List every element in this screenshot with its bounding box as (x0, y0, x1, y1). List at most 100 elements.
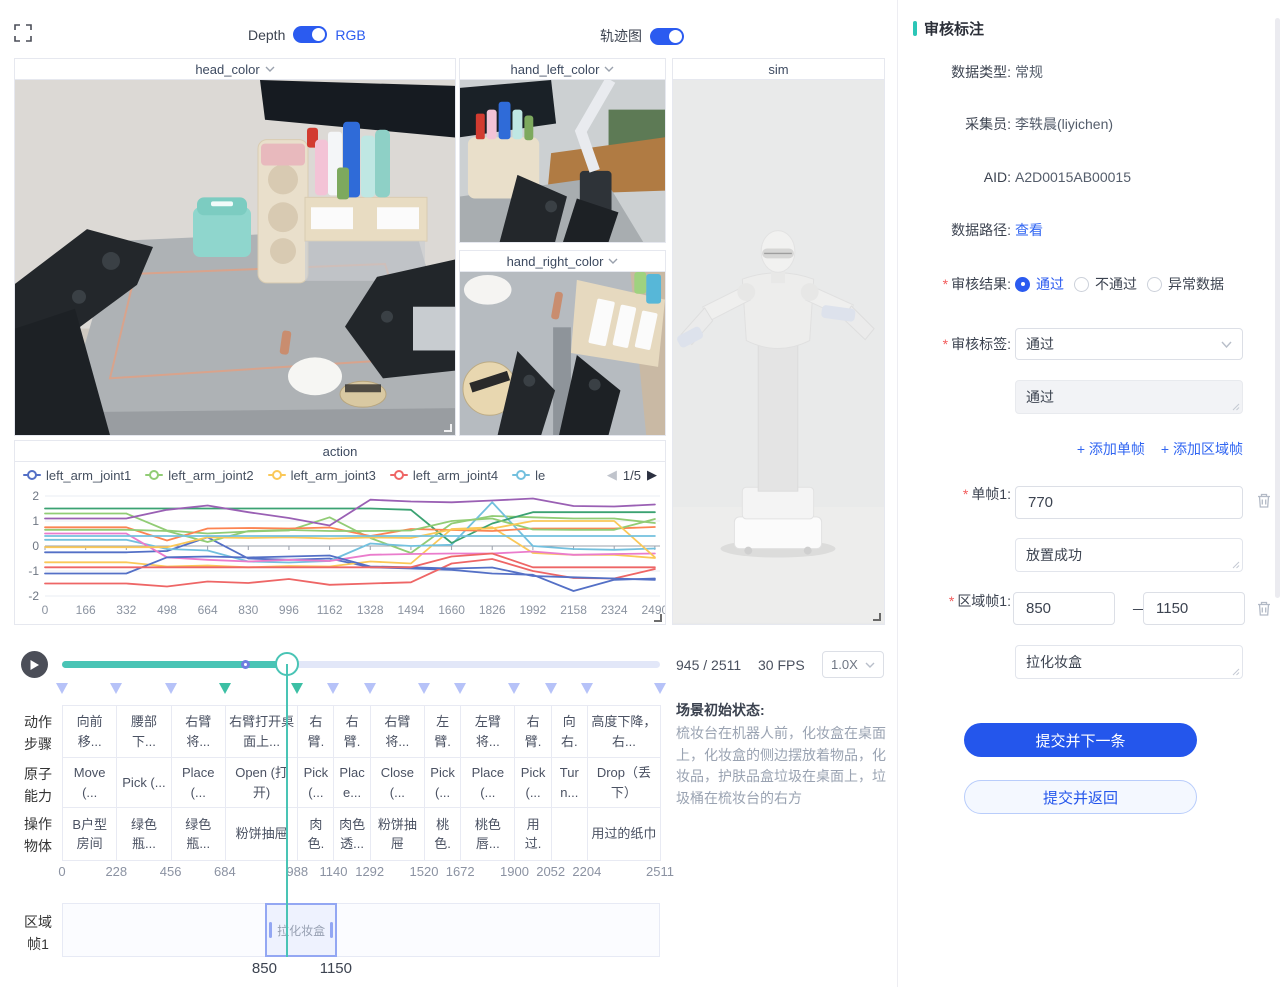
step-cell-action-7[interactable]: 右臂将... (370, 705, 425, 758)
head-color-header[interactable]: head_color (15, 59, 455, 80)
step-cell-atomic-3[interactable]: Place (... (171, 757, 226, 808)
review-tag-note[interactable]: 通过 (1015, 380, 1243, 414)
step-cell-action-6[interactable]: 右臂. (333, 705, 370, 758)
radio-fail[interactable]: 不通过 (1074, 274, 1137, 294)
timeline-marker-228[interactable] (110, 683, 122, 694)
step-cell-action-10[interactable]: 右臂. (514, 705, 551, 758)
step-cell-atomic-1[interactable]: Move (... (62, 757, 117, 808)
play-button[interactable] (21, 651, 48, 678)
timeline-marker-2204[interactable] (581, 683, 593, 694)
region-frame-box[interactable]: 拉化妆盒 (265, 903, 336, 957)
submit-next-button[interactable]: 提交并下一条 (964, 723, 1197, 757)
timeline-marker-2052[interactable] (545, 683, 557, 694)
trajectory-toggle[interactable] (650, 28, 684, 45)
table-axis-tick: 0 (58, 864, 65, 879)
step-cell-object-2[interactable]: 绿色瓶... (116, 807, 171, 861)
step-cell-atomic-6[interactable]: Place... (333, 757, 370, 808)
add-region-frame-button[interactable]: + 添加区域帧 (1161, 439, 1243, 459)
submit-return-button[interactable]: 提交并返回 (964, 780, 1197, 814)
review-tag-select[interactable]: 通过 (1015, 328, 1243, 360)
region-left-handle[interactable] (269, 922, 272, 938)
add-single-frame-button[interactable]: + 添加单帧 (1077, 439, 1145, 459)
hand-left-header[interactable]: hand_left_color (460, 59, 665, 80)
step-cell-object-8[interactable]: 桃色. (424, 807, 461, 861)
resize-corner-icon[interactable] (444, 424, 452, 432)
timeline-marker-2511[interactable] (654, 683, 666, 694)
action-chart-body[interactable]: 210-1-2016633249866483099611621328149416… (15, 488, 665, 625)
depth-rgb-toggle[interactable] (293, 26, 327, 43)
resize-corner-icon[interactable] (873, 613, 881, 621)
region-end-input[interactable]: 1150 (1143, 592, 1245, 625)
step-cell-object-12[interactable]: 用过的纸巾 (587, 807, 661, 861)
legend-item-left_arm_joint4[interactable]: left_arm_joint4 (390, 468, 498, 483)
legend-prev-icon[interactable]: ◀ (607, 467, 617, 483)
hand-right-header[interactable]: hand_right_color (460, 251, 665, 272)
speed-select[interactable]: 1.0X (822, 651, 884, 678)
step-cell-object-7[interactable]: 粉饼抽屉 (370, 807, 425, 861)
step-cell-atomic-10[interactable]: Pick (... (514, 757, 551, 808)
step-cell-action-2[interactable]: 腰部下... (116, 705, 171, 758)
timeline-marker-1672[interactable] (454, 683, 466, 694)
legend-item-left_arm_joint1[interactable]: left_arm_joint1 (23, 468, 131, 483)
step-cell-atomic-2[interactable]: Pick (... (116, 757, 171, 808)
step-cell-object-10[interactable]: 用过. (514, 807, 551, 861)
timeline-marker-1520[interactable] (418, 683, 430, 694)
region-right-handle[interactable] (330, 922, 333, 938)
speed-value: 1.0X (831, 657, 858, 672)
radio-pass[interactable]: 通过 (1015, 274, 1064, 294)
field-label: 采集员: (898, 114, 1011, 134)
step-cell-atomic-11[interactable]: Turn... (551, 757, 588, 808)
single-frame-input[interactable]: 770 (1015, 486, 1243, 519)
step-cell-action-9[interactable]: 左臂将... (460, 705, 515, 758)
field-label: *审核标签: (898, 334, 1011, 354)
step-cell-action-8[interactable]: 左臂. (424, 705, 461, 758)
legend-item-left_arm_joint3[interactable]: left_arm_joint3 (268, 468, 376, 483)
region-start-input[interactable]: 850 (1013, 592, 1115, 625)
single-frame-desc[interactable]: 放置成功 (1015, 538, 1243, 572)
fullscreen-icon[interactable] (14, 24, 32, 42)
field-label: *区域帧1: (898, 591, 1011, 611)
step-cell-object-5[interactable]: 肉色. (297, 807, 334, 861)
step-cell-object-1[interactable]: B户型房间 (62, 807, 117, 861)
step-cell-action-1[interactable]: 向前移... (62, 705, 117, 758)
region-frame-desc[interactable]: 拉化妆盒 (1015, 645, 1243, 679)
timeline-marker-988[interactable] (291, 683, 303, 694)
timeline-marker-684[interactable] (219, 683, 231, 694)
step-cell-atomic-5[interactable]: Pick (... (297, 757, 334, 808)
radio-abnormal[interactable]: 异常数据 (1147, 274, 1224, 294)
step-cell-action-11[interactable]: 向右. (551, 705, 588, 758)
radio-icon (1147, 277, 1162, 292)
trajectory-toggle-group: 轨迹图 (600, 26, 684, 46)
resize-corner-icon[interactable] (654, 614, 662, 622)
sidebar-scrollbar[interactable] (1275, 18, 1280, 598)
timeline-marker-1292[interactable] (364, 683, 376, 694)
view-data-path-link[interactable]: 查看 (1015, 220, 1043, 240)
table-axis-tick: 1672 (446, 864, 475, 879)
timeline-marker-456[interactable] (165, 683, 177, 694)
step-cell-action-5[interactable]: 右臂. (297, 705, 334, 758)
delete-region-frame-icon[interactable] (1256, 600, 1272, 622)
delete-single-frame-icon[interactable] (1256, 492, 1272, 514)
legend-item-le[interactable]: le (512, 468, 545, 483)
legend-item-left_arm_joint2[interactable]: left_arm_joint2 (145, 468, 253, 483)
step-cell-object-9[interactable]: 桃色唇... (460, 807, 515, 861)
timeline-marker-1140[interactable] (327, 683, 339, 694)
step-cell-object-11[interactable] (551, 807, 588, 861)
scene-title: 场景初始状态: (676, 700, 890, 720)
step-cell-atomic-8[interactable]: Pick (... (424, 757, 461, 808)
sim-viewport[interactable] (673, 80, 884, 624)
timeline-marker-0[interactable] (56, 683, 68, 694)
svg-text:1826: 1826 (479, 603, 506, 617)
region-frame-track[interactable]: 拉化妆盒 (62, 903, 660, 957)
hand-left-title: hand_left_color (511, 62, 600, 77)
step-cell-atomic-7[interactable]: Close (... (370, 757, 425, 808)
playback-slider[interactable] (62, 661, 660, 668)
timeline-marker-1900[interactable] (508, 683, 520, 694)
step-cell-action-12[interactable]: 高度下降，右... (587, 705, 661, 758)
legend-next-icon[interactable]: ▶ (647, 467, 657, 483)
step-cell-atomic-12[interactable]: Drop（丢下） (587, 757, 661, 808)
step-cell-object-6[interactable]: 肉色透... (333, 807, 370, 861)
step-cell-object-3[interactable]: 绿色瓶... (171, 807, 226, 861)
step-cell-atomic-9[interactable]: Place (... (460, 757, 515, 808)
step-cell-action-3[interactable]: 右臂将... (171, 705, 226, 758)
